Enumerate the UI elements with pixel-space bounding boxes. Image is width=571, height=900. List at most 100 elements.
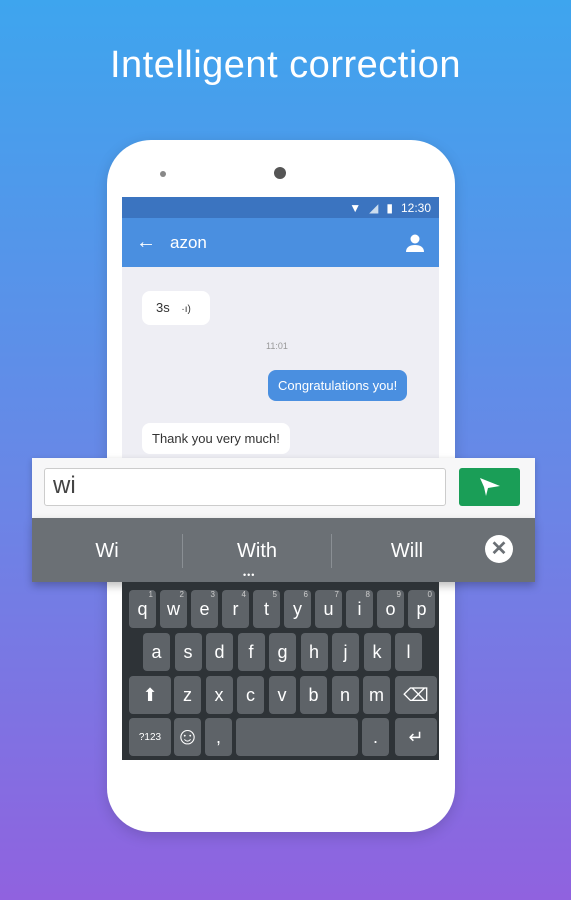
key-number-hint: 3 [210,590,215,599]
status-bar: ▼ ◢ ▮ 12:30 [122,197,439,218]
key-label: v [277,684,287,705]
key-l[interactable]: l [395,633,422,671]
key-h[interactable]: h [300,633,328,671]
key-label: d [214,641,225,662]
key-period[interactable]: . [362,718,389,756]
key-w[interactable]: w2 [160,590,187,628]
arrow-left-icon[interactable]: ← [136,231,156,254]
key-label: h [308,641,319,662]
key-label: s [183,641,193,662]
enter-key[interactable]: ↵ [395,718,437,756]
key-label: q [137,598,148,619]
key-label: n [339,684,350,705]
suggestion-2[interactable]: With [182,540,332,563]
shift-key[interactable]: ⬆ [129,676,171,714]
suggestion-bar: Wi With ••• Will ✕ [32,518,535,582]
backspace-key[interactable]: ⌫ [395,676,437,714]
key-number-hint: 1 [148,590,153,599]
key-b[interactable]: b [300,676,327,714]
message-timestamp: 11:01 [266,341,288,351]
key-u[interactable]: u7 [315,590,342,628]
key-label: u [323,598,334,619]
key-label: g [277,641,288,662]
key-number-hint: 7 [334,590,339,599]
key-label: c [246,684,255,705]
keyboard: q 1 w 2 e 3 r 4 t 5 y 6 u 7 i 8 o 9 p 0 a s d f g h j k l ⬆ z x c v b n m ⌫ ?1… [122,582,439,760]
incoming-message[interactable]: Thank you very much! [142,423,290,454]
key-label: p [416,598,427,619]
app-bar: ← azon [122,218,439,267]
key-t[interactable]: t5 [253,590,280,628]
key-label: , [215,726,221,747]
key-y[interactable]: y6 [284,590,311,628]
suggestion-1[interactable]: Wi [32,540,182,563]
outgoing-message[interactable]: Congratulations you! [268,370,408,401]
symbols-key[interactable]: ?123 [129,718,171,756]
key-k[interactable]: k [363,633,391,671]
status-time: 12:30 [400,200,431,215]
key-g[interactable]: g [269,633,296,671]
wifi-icon: ▼ [349,200,362,215]
key-label: ↵ [408,726,424,747]
key-label: b [308,684,319,705]
key-label: ?123 [138,731,162,743]
key-m[interactable]: m [363,676,390,714]
key-z[interactable]: z [174,676,201,714]
key-number-hint: 4 [241,590,246,599]
paper-plane-icon [479,478,500,496]
key-label: x [214,684,224,705]
key-n[interactable]: n [331,676,359,714]
key-c[interactable]: c [237,676,264,714]
key-o[interactable]: o9 [377,590,404,628]
key-label: e [199,598,210,619]
message-input[interactable]: wi [44,468,446,506]
key-label: f [248,641,254,662]
key-d[interactable]: d [206,633,233,671]
battery-icon: ▮ [386,200,393,215]
key-label: z [183,684,192,705]
key-p[interactable]: p0 [408,590,435,628]
key-x[interactable]: x [205,676,233,714]
key-q[interactable]: q1 [129,590,156,628]
emoji-key[interactable]: ☺ [174,718,201,756]
key-label: y [293,598,302,619]
key-number-hint: 5 [272,590,277,599]
send-button[interactable] [459,468,520,506]
input-bar: wi [32,458,535,518]
key-number-hint: 0 [427,590,432,599]
key-s[interactable]: s [174,633,202,671]
headline: Intelligent correction [109,44,462,86]
person-icon[interactable] [405,233,425,253]
key-a[interactable]: a [143,633,170,671]
key-label: r [232,598,239,619]
more-dots-icon[interactable]: ••• [243,570,255,580]
conversation-title: azon [170,232,207,252]
key-comma[interactable]: , [205,718,232,756]
key-label: a [151,641,162,662]
key-r[interactable]: r4 [222,590,249,628]
key-label: o [385,598,396,619]
sound-icon: ·ı) [181,304,191,315]
key-label: t [263,598,269,619]
close-icon[interactable]: ✕ [485,535,513,563]
key-label: j [343,641,348,662]
suggestion-3[interactable]: Will [332,540,482,563]
key-number-hint: 2 [179,590,184,599]
key-j[interactable]: j [332,633,359,671]
space-key[interactable] [236,718,358,756]
key-e[interactable]: e3 [191,590,218,628]
key-i[interactable]: i8 [346,590,373,628]
key-label: w [167,598,180,619]
key-f[interactable]: f [237,633,265,671]
key-label: m [369,684,384,705]
voice-message[interactable]: 3s ·ı) [142,291,210,325]
key-v[interactable]: v [268,676,296,714]
signal-icon: ◢ [369,200,379,215]
key-number-hint: 6 [303,590,308,599]
phone-speaker [160,171,166,177]
key-label: ☺ [175,723,200,750]
key-number-hint: 8 [365,590,370,599]
key-label: ⬆ [142,684,158,705]
key-label: l [406,641,411,662]
key-label: k [372,641,382,662]
